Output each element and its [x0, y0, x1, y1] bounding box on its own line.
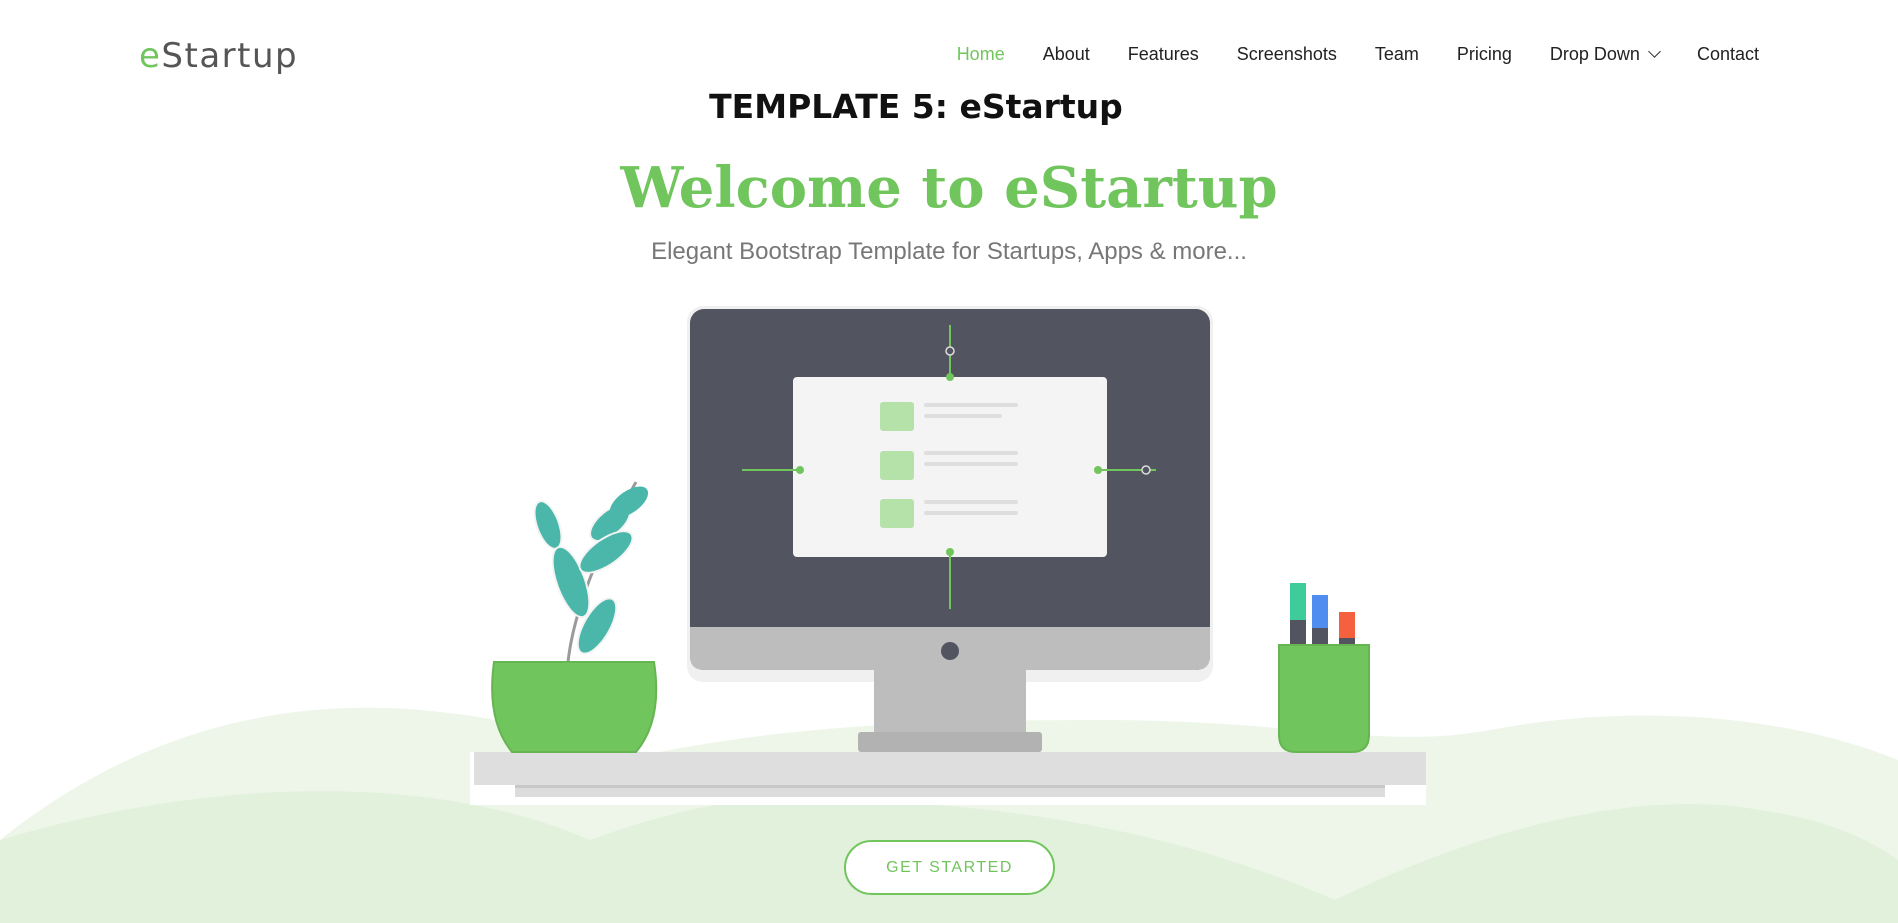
- logo-prefix: e: [139, 36, 162, 76]
- get-started-button[interactable]: GET STARTED: [844, 840, 1055, 895]
- hero-subtitle: Elegant Bootstrap Template for Startups,…: [651, 238, 1247, 265]
- logo-text: Startup: [161, 36, 299, 76]
- nav-home[interactable]: Home: [957, 44, 1005, 65]
- monitor-illustration: [687, 306, 1213, 752]
- desk-illustration: [470, 752, 1426, 805]
- hero-title: Welcome to eStartup: [620, 155, 1278, 221]
- pen-cup-illustration: [1278, 583, 1370, 753]
- template-caption: TEMPLATE 5: eStartup: [709, 87, 1123, 126]
- site-logo[interactable]: eStartup: [139, 36, 298, 76]
- hero-illustration: [470, 306, 1426, 805]
- nav-screenshots[interactable]: Screenshots: [1237, 44, 1337, 65]
- nav-dropdown[interactable]: Drop Down: [1549, 44, 1661, 65]
- nav-about[interactable]: About: [1043, 44, 1090, 65]
- main-nav: Home About Features Screenshots Team Pri…: [919, 44, 1759, 65]
- nav-pricing[interactable]: Pricing: [1457, 44, 1512, 65]
- nav-contact[interactable]: Contact: [1697, 44, 1759, 65]
- nav-team[interactable]: Team: [1375, 44, 1419, 65]
- nav-features[interactable]: Features: [1128, 44, 1199, 65]
- nav-dropdown-label: Drop Down: [1549, 44, 1640, 64]
- plant-illustration: [491, 481, 658, 753]
- chevron-down-icon: [1648, 45, 1661, 58]
